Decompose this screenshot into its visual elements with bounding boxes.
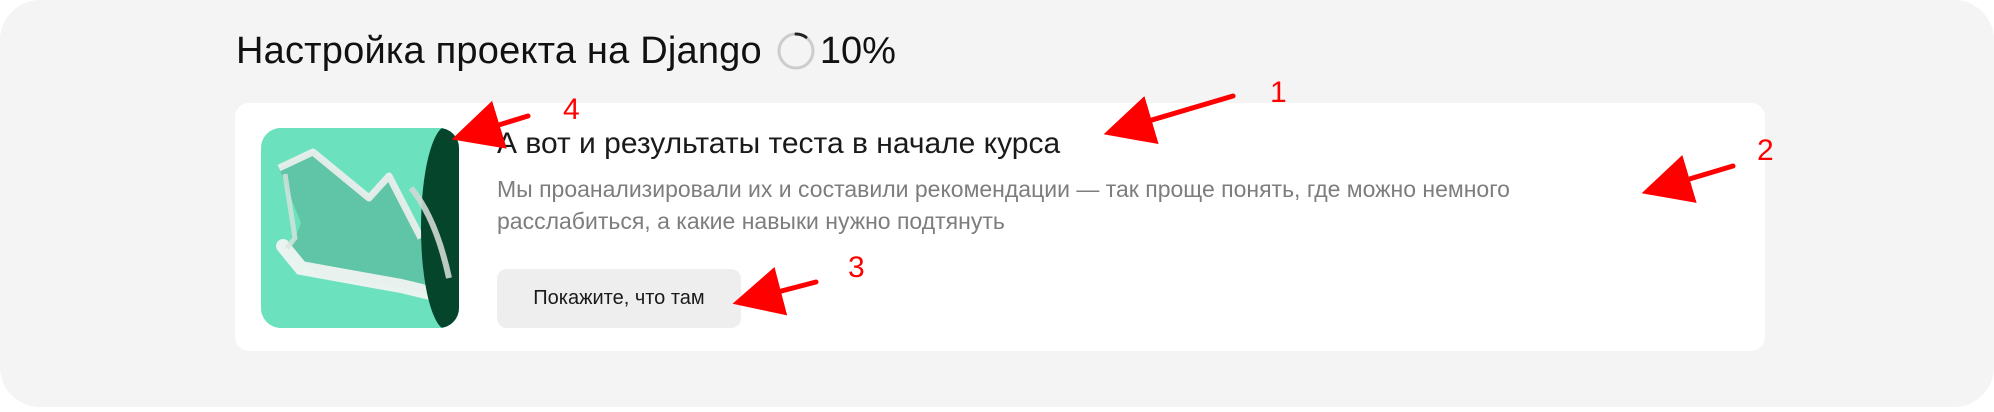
card-title: А вот и результаты теста в начале курса <box>497 127 1061 160</box>
card-description: Мы проанализировали их и составили реком… <box>497 176 1510 234</box>
progress-ring-icon <box>776 31 816 71</box>
page-panel: Настройка проекта на Django 10% А вот и … <box>0 0 1994 407</box>
page-title: Настройка проекта на Django <box>236 29 762 72</box>
results-card: А вот и результаты теста в начале курса … <box>235 103 1765 351</box>
header: Настройка проекта на Django 10% <box>236 26 896 76</box>
arrow-illustration-icon <box>261 128 459 328</box>
progress-value: 10% <box>819 29 896 72</box>
show-results-button[interactable]: Покажите, что там <box>497 269 741 328</box>
